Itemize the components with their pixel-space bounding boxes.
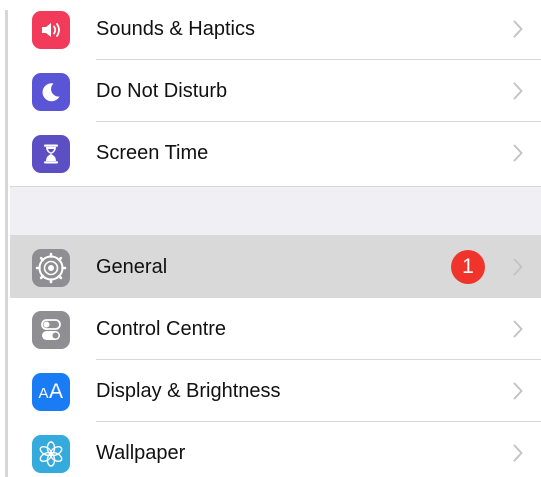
- notification-badge: 1: [451, 250, 485, 284]
- flower-icon: [32, 435, 70, 473]
- small-a-glyph: A: [38, 385, 49, 402]
- general-label: General: [96, 256, 168, 278]
- do-not-disturb-row[interactable]: Do Not Disturb: [10, 60, 541, 122]
- display-brightness-row[interactable]: AA Display & Brightness: [10, 360, 541, 422]
- wallpaper-label: Wallpaper: [96, 442, 186, 464]
- control-centre-row[interactable]: Control Centre: [10, 298, 541, 360]
- chevron-right-icon: [513, 20, 523, 38]
- speaker-icon: [32, 11, 70, 49]
- display-brightness-label: Display & Brightness: [96, 380, 281, 402]
- left-edge-divider: [5, 10, 8, 477]
- control-centre-label: Control Centre: [96, 318, 227, 340]
- sounds-haptics-label: Sounds & Haptics: [96, 18, 255, 40]
- gear-icon: [32, 249, 70, 287]
- wallpaper-row[interactable]: Wallpaper: [10, 422, 541, 477]
- sounds-haptics-row[interactable]: Sounds & Haptics: [10, 0, 541, 60]
- screen-time-label: Screen Time: [96, 142, 209, 164]
- hourglass-icon: [32, 135, 70, 173]
- do-not-disturb-label: Do Not Disturb: [96, 80, 228, 102]
- settings-group-1: Sounds & Haptics Do Not Disturb Screen T…: [10, 0, 541, 184]
- chevron-right-icon: [513, 144, 523, 162]
- text-size-icon: AA: [32, 373, 70, 411]
- settings-group-2: General 1 Control Centre AA Display & Br…: [10, 236, 541, 477]
- big-a-glyph: A: [49, 380, 64, 403]
- toggles-icon: [32, 311, 70, 349]
- chevron-right-icon: [513, 382, 523, 400]
- chevron-right-icon: [513, 444, 523, 462]
- settings-screen: Sounds & Haptics Do Not Disturb Screen T…: [0, 0, 541, 477]
- chevron-right-icon: [513, 320, 523, 338]
- moon-icon: [32, 73, 70, 111]
- chevron-right-icon: [513, 258, 523, 276]
- general-row[interactable]: General 1: [10, 236, 541, 298]
- section-gap: [10, 186, 541, 236]
- screen-time-row[interactable]: Screen Time: [10, 122, 541, 184]
- chevron-right-icon: [513, 82, 523, 100]
